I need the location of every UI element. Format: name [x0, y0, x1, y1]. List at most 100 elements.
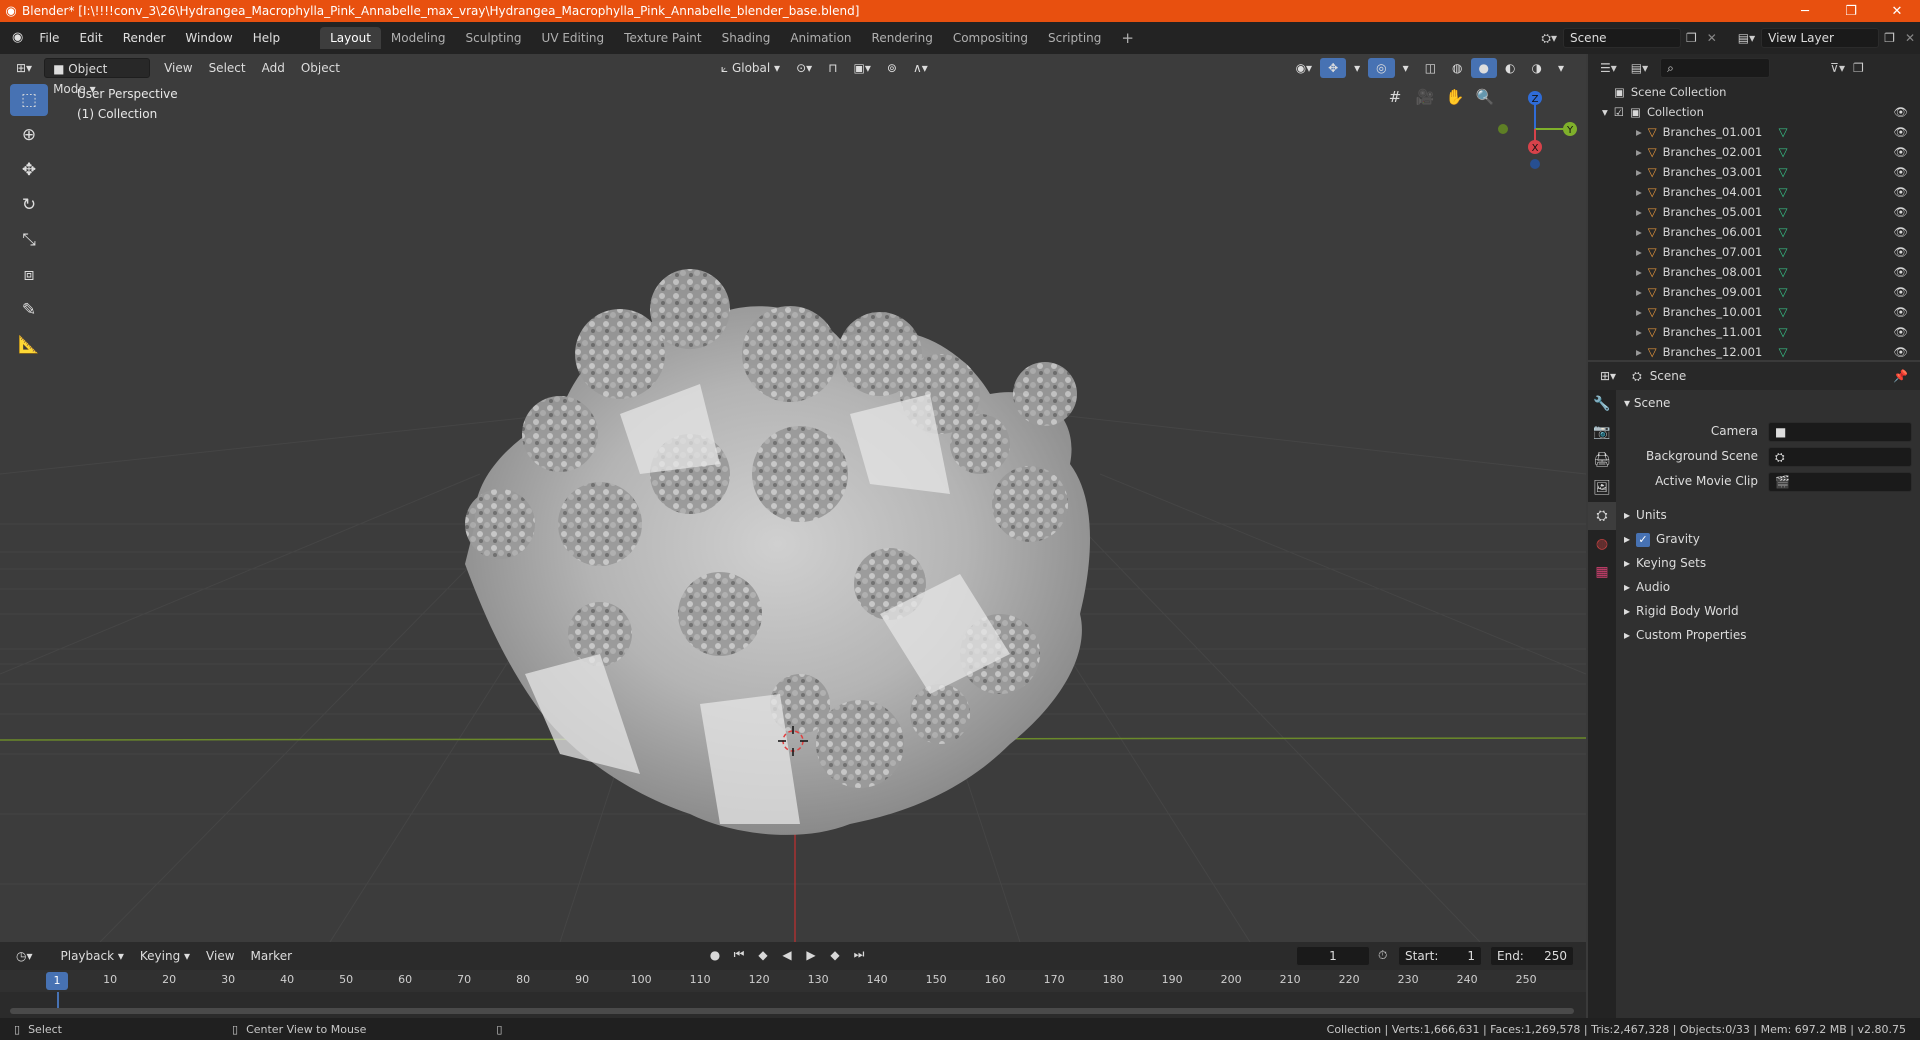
tab-rendering[interactable]: Rendering [862, 27, 943, 49]
eye-icon[interactable]: 👁 [1893, 305, 1908, 319]
mesh-data-icon[interactable]: ▽ [1779, 145, 1788, 159]
transform-orientation-dropdown[interactable]: ⟀ Global ▾ [713, 58, 788, 78]
mesh-data-icon[interactable]: ▽ [1779, 165, 1788, 179]
eye-icon[interactable]: 👁 [1893, 145, 1908, 159]
record-icon[interactable]: ● [705, 948, 725, 962]
expand-arrow-icon[interactable]: ▸ [1636, 265, 1642, 279]
annotate-tool-icon[interactable]: ✎ [10, 294, 48, 326]
outliner-scene-collection[interactable]: ▣ Scene Collection [1588, 82, 1920, 102]
outliner-item[interactable]: ▸ ▽ Branches_05.001 ▽ 👁 [1588, 202, 1920, 222]
outliner-item[interactable]: ▸ ▽ Branches_06.001 ▽ 👁 [1588, 222, 1920, 242]
editor-type-icon[interactable]: ⊞▾ [8, 58, 40, 78]
filter-icon[interactable]: ⊽▾ [1830, 61, 1845, 75]
section-keying-sets[interactable]: ▸ Keying Sets [1624, 552, 1706, 574]
texture-tab-icon[interactable]: ▦ [1588, 558, 1616, 586]
expand-arrow-icon[interactable]: ▸ [1624, 508, 1630, 522]
end-frame-field[interactable]: End: 250 [1490, 946, 1574, 966]
menu-view[interactable]: View [156, 58, 200, 78]
playhead[interactable]: 1 [46, 972, 68, 990]
tab-shading[interactable]: Shading [712, 27, 781, 49]
menu-timeline-view[interactable]: View [198, 946, 242, 966]
close-window-button[interactable]: ✕ [1874, 4, 1920, 19]
shading-dropdown-icon[interactable]: ▾ [1550, 58, 1572, 78]
outliner-editor-icon[interactable]: ☰▾ [1600, 61, 1617, 75]
pivot-point-icon[interactable]: ⊙▾ [788, 58, 820, 78]
eye-icon[interactable]: 👁 [1893, 225, 1908, 239]
outliner-item[interactable]: ▸ ▽ Branches_09.001 ▽ 👁 [1588, 282, 1920, 302]
mode-dropdown[interactable]: ■ Object Mode ▾ [44, 58, 151, 96]
grid-view-icon[interactable]: # [1380, 88, 1410, 106]
mesh-data-icon[interactable]: ▽ [1779, 265, 1788, 279]
tab-sculpting[interactable]: Sculpting [456, 27, 532, 49]
pin-icon[interactable]: 📌 [1893, 369, 1908, 383]
wireframe-shading-icon[interactable]: ◍ [1444, 58, 1470, 78]
gizmo-dropdown-icon[interactable]: ▾ [1346, 58, 1368, 78]
axis-gizmo[interactable]: Z Y X [1490, 84, 1580, 174]
scene-field[interactable]: Scene [1562, 28, 1681, 48]
mesh-data-icon[interactable]: ▽ [1779, 125, 1788, 139]
rendered-shading-icon[interactable]: ◑ [1523, 58, 1549, 78]
display-mode-icon[interactable]: ▤▾ [1631, 61, 1648, 75]
gizmo-toggle-icon[interactable]: ✥ [1320, 58, 1347, 78]
background-scene-field[interactable]: ⛭ [1768, 447, 1912, 467]
timeline-editor-icon[interactable]: ◷▾ [8, 946, 41, 966]
world-tab-icon[interactable]: ◍ [1588, 530, 1616, 558]
menu-add[interactable]: Add [254, 58, 293, 78]
maximize-button[interactable]: ❐ [1828, 4, 1874, 19]
mesh-data-icon[interactable]: ▽ [1779, 305, 1788, 319]
expand-arrow-icon[interactable]: ▸ [1624, 628, 1630, 642]
current-frame-field[interactable]: 1 [1296, 946, 1370, 966]
next-keyframe-icon[interactable]: ◆ [825, 948, 845, 962]
visibility-icon[interactable]: ◉▾ [1288, 58, 1321, 78]
eye-icon[interactable]: 👁 [1893, 205, 1908, 219]
expand-arrow-icon[interactable]: ▸ [1636, 185, 1642, 199]
falloff-icon[interactable]: ∧▾ [905, 58, 936, 78]
expand-arrow-icon[interactable]: ▸ [1636, 345, 1642, 359]
new-collection-icon[interactable]: ❐ [1853, 61, 1864, 75]
mesh-data-icon[interactable]: ▽ [1779, 345, 1788, 359]
tab-layout[interactable]: Layout [320, 27, 381, 49]
mesh-data-icon[interactable]: ▽ [1779, 225, 1788, 239]
expand-arrow-icon[interactable]: ▸ [1624, 532, 1630, 546]
eye-icon[interactable]: 👁 [1893, 185, 1908, 199]
scene-tab-icon[interactable]: ⛭ [1588, 502, 1616, 530]
play-reverse-icon[interactable]: ◀ [777, 948, 797, 962]
outliner-item[interactable]: ▸ ▽ Branches_12.001 ▽ 👁 [1588, 342, 1920, 362]
expand-arrow-icon[interactable]: ▸ [1624, 580, 1630, 594]
mesh-data-icon[interactable]: ▽ [1779, 205, 1788, 219]
select-box-tool-icon[interactable]: ⬚ [10, 84, 48, 116]
playback-dropdown[interactable]: Playback ▾ [53, 946, 132, 966]
xray-toggle-icon[interactable]: ◫ [1417, 58, 1444, 78]
3d-viewport[interactable]: ⊞▾ ■ Object Mode ▾ View Select Add Objec… [0, 54, 1586, 942]
measure-tool-icon[interactable]: 📐 [10, 329, 48, 361]
view-layer-icon[interactable]: ▤▾ [1732, 31, 1761, 45]
scale-tool-icon[interactable]: ⤡ [10, 224, 48, 256]
eye-icon[interactable]: 👁 [1893, 345, 1908, 359]
eye-icon[interactable]: 👁 [1893, 165, 1908, 179]
gravity-checkbox[interactable]: ✓ [1636, 532, 1651, 547]
menu-edit[interactable]: Edit [69, 27, 112, 49]
outliner-collection[interactable]: ▾ ☑ ▣ Collection 👁 [1588, 102, 1920, 122]
rotate-tool-icon[interactable]: ↻ [10, 189, 48, 221]
collapse-arrow-icon[interactable]: ▾ [1602, 105, 1608, 119]
outliner-item[interactable]: ▸ ▽ Branches_10.001 ▽ 👁 [1588, 302, 1920, 322]
cursor-tool-icon[interactable]: ⊕ [10, 119, 48, 151]
expand-arrow-icon[interactable]: ▸ [1636, 245, 1642, 259]
outliner-item[interactable]: ▸ ▽ Branches_04.001 ▽ 👁 [1588, 182, 1920, 202]
outliner-item[interactable]: ▸ ▽ Branches_11.001 ▽ 👁 [1588, 322, 1920, 342]
menu-render[interactable]: Render [113, 27, 176, 49]
menu-object[interactable]: Object [293, 58, 348, 78]
solid-shading-icon[interactable]: ● [1470, 58, 1497, 78]
remove-view-layer-icon[interactable]: ✕ [1900, 31, 1920, 45]
outliner-item[interactable]: ▸ ▽ Branches_07.001 ▽ 👁 [1588, 242, 1920, 262]
snap-target-icon[interactable]: ▣▾ [846, 58, 879, 78]
tab-scripting[interactable]: Scripting [1038, 27, 1111, 49]
menu-select[interactable]: Select [201, 58, 254, 78]
pan-view-icon[interactable]: ✋ [1440, 88, 1470, 106]
expand-arrow-icon[interactable]: ▸ [1636, 305, 1642, 319]
tab-compositing[interactable]: Compositing [943, 27, 1038, 49]
outliner-item[interactable]: ▸ ▽ Branches_03.001 ▽ 👁 [1588, 162, 1920, 182]
expand-arrow-icon[interactable]: ▸ [1636, 325, 1642, 339]
camera-field[interactable]: ■ [1768, 422, 1912, 442]
outliner-item[interactable]: ▸ ▽ Branches_01.001 ▽ 👁 [1588, 122, 1920, 142]
